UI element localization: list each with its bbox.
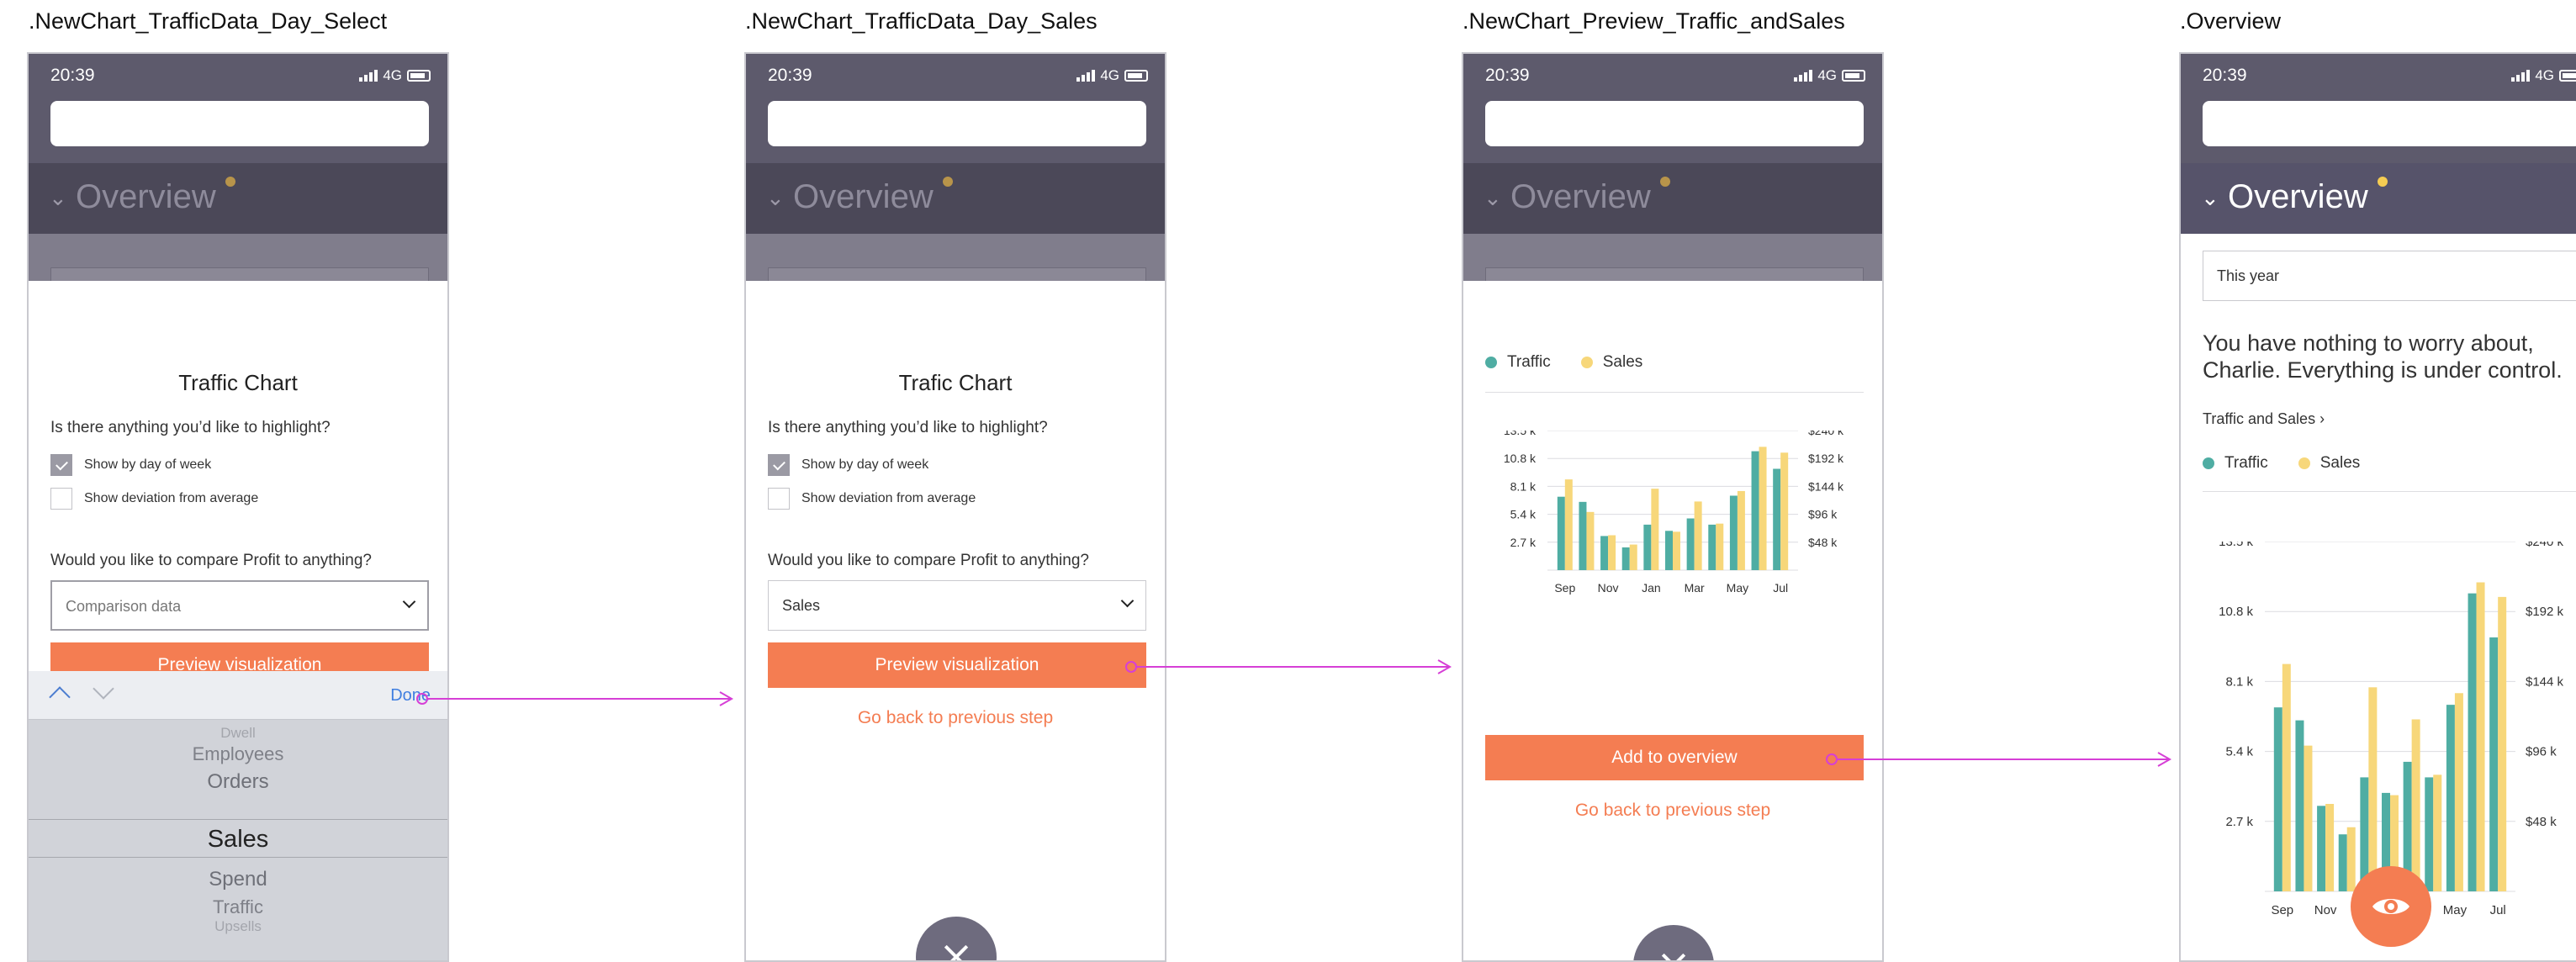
arrow-origin-dot (1826, 753, 1838, 765)
arrow-origin-dot (416, 693, 428, 705)
arrow-origin-dot (1125, 661, 1137, 673)
flow-arrows (416, 659, 2172, 767)
